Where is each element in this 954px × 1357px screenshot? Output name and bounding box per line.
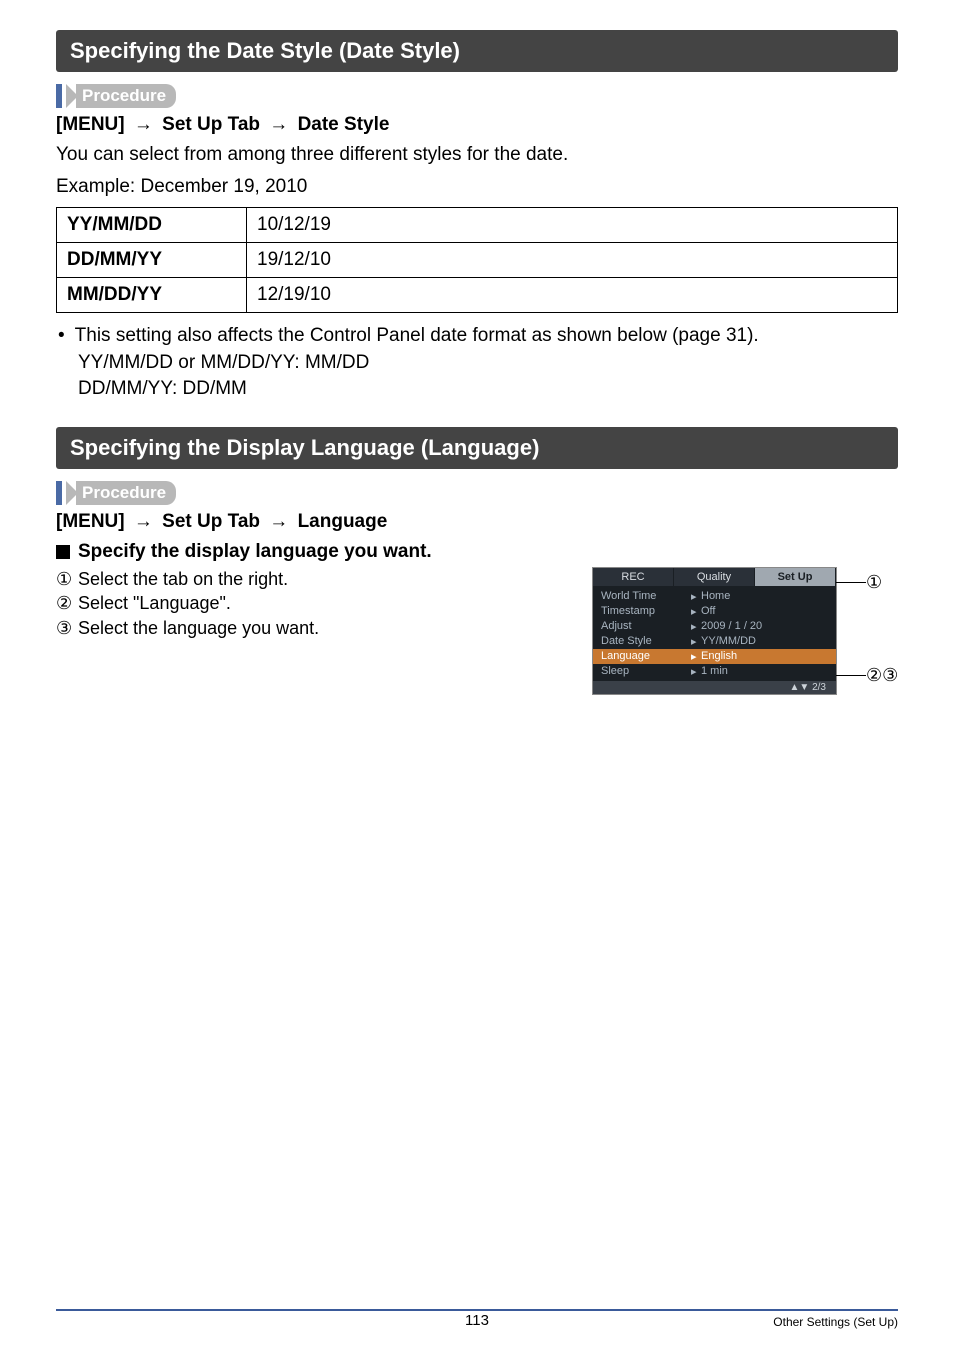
page-footer: 113 Other Settings (Set Up) bbox=[56, 1309, 898, 1329]
section-header-date-style: Specifying the Date Style (Date Style) bbox=[56, 30, 898, 72]
arrow-right-icon: → bbox=[130, 114, 157, 135]
annotation-marker: ① bbox=[866, 572, 882, 593]
table-row: MM/DD/YY 12/19/10 bbox=[57, 278, 898, 313]
camera-menu-key: Language bbox=[601, 650, 691, 663]
breadcrumb-part: Date Style bbox=[298, 114, 390, 135]
camera-menu-row: Date Style ▸ YY/MM/DD bbox=[601, 634, 828, 649]
arrow-right-icon: → bbox=[265, 511, 292, 532]
table-row: YY/MM/DD 10/12/19 bbox=[57, 208, 898, 243]
camera-menu-row-selected: Language ▸ English bbox=[593, 649, 836, 664]
camera-menu-row: Adjust ▸ 2009 / 1 / 20 bbox=[601, 619, 828, 634]
camera-tab-rec: REC bbox=[593, 568, 674, 586]
triangle-right-icon: ▸ bbox=[691, 635, 701, 648]
camera-tabs: REC Quality Set Up bbox=[593, 568, 836, 586]
note-text: DD/MM/YY: DD/MM bbox=[56, 376, 898, 403]
arrow-right-icon: → bbox=[265, 114, 292, 135]
table-row: DD/MM/YY 19/12/10 bbox=[57, 243, 898, 278]
camera-menu-value: Off bbox=[701, 605, 715, 618]
annotation-callout: ① bbox=[836, 572, 882, 593]
breadcrumb-part: [MENU] bbox=[56, 114, 125, 135]
procedure-label-row: Procedure bbox=[56, 481, 898, 505]
bullet-icon: • bbox=[56, 323, 75, 350]
camera-menu-value: English bbox=[701, 650, 737, 663]
camera-menu-row: World Time ▸ Home bbox=[601, 589, 828, 604]
intro-text: You can select from among three differen… bbox=[56, 142, 898, 168]
table-cell: 19/12/10 bbox=[247, 243, 898, 278]
camera-menu-row: Sleep ▸ 1 min bbox=[601, 664, 828, 679]
table-header-cell: MM/DD/YY bbox=[57, 278, 247, 313]
subheading: Specify the display language you want. bbox=[56, 541, 898, 563]
table-cell: 12/19/10 bbox=[247, 278, 898, 313]
breadcrumb-part: [MENU] bbox=[56, 511, 125, 532]
camera-menu-key: World Time bbox=[601, 590, 691, 603]
note-block: • This setting also affects the Control … bbox=[56, 323, 898, 403]
breadcrumb-language: [MENU] → Set Up Tab → Language bbox=[56, 511, 898, 533]
triangle-right-icon: ▸ bbox=[691, 620, 701, 633]
list-item: ③ Select the language you want. bbox=[56, 616, 568, 640]
camera-menu-value: 1 min bbox=[701, 665, 728, 678]
procedure-label-row: Procedure bbox=[56, 84, 898, 108]
camera-menu-value: YY/MM/DD bbox=[701, 635, 756, 648]
annotation-line-icon bbox=[836, 582, 866, 583]
camera-menu-screenshot: REC Quality Set Up World Time ▸ Home Tim… bbox=[592, 567, 837, 695]
intro-text: Example: December 19, 2010 bbox=[56, 174, 898, 200]
breadcrumb-part: Language bbox=[298, 511, 388, 532]
note-text: YY/MM/DD or MM/DD/YY: MM/DD bbox=[56, 350, 898, 377]
breadcrumb-part: Set Up Tab bbox=[162, 114, 260, 135]
subheading-text: Specify the display language you want. bbox=[78, 541, 432, 563]
step-text: Select the language you want. bbox=[78, 616, 319, 640]
page-number: 113 bbox=[56, 1312, 898, 1329]
camera-menu-key: Adjust bbox=[601, 620, 691, 633]
step-text: Select the tab on the right. bbox=[78, 567, 288, 591]
annotation-line-icon bbox=[836, 675, 866, 676]
step-marker-icon: ③ bbox=[56, 616, 78, 640]
triangle-right-icon: ▸ bbox=[691, 650, 701, 663]
list-item: ② Select "Language". bbox=[56, 591, 568, 615]
camera-menu-value: 2009 / 1 / 20 bbox=[701, 620, 762, 633]
procedure-bar-icon bbox=[56, 84, 62, 108]
step-marker-icon: ① bbox=[56, 567, 78, 591]
annotation-marker: ③ bbox=[882, 665, 898, 686]
breadcrumb-part: Set Up Tab bbox=[162, 511, 260, 532]
camera-menu-key: Date Style bbox=[601, 635, 691, 648]
procedure-bar-icon bbox=[56, 481, 62, 505]
procedure-label: Procedure bbox=[76, 84, 176, 108]
note-text: This setting also affects the Control Pa… bbox=[75, 323, 759, 350]
camera-tab-quality: Quality bbox=[674, 568, 755, 586]
triangle-right-icon: ▸ bbox=[691, 665, 701, 678]
step-text: Select "Language". bbox=[78, 591, 231, 615]
camera-menu-key: Sleep bbox=[601, 665, 691, 678]
step-marker-icon: ② bbox=[56, 591, 78, 615]
camera-menu-row: Timestamp ▸ Off bbox=[601, 604, 828, 619]
annotation-callout: ② ③ bbox=[836, 665, 898, 686]
table-cell: 10/12/19 bbox=[247, 208, 898, 243]
steps-list: ① Select the tab on the right. ② Select … bbox=[56, 567, 568, 640]
arrow-right-icon: → bbox=[130, 511, 157, 532]
camera-menu-value: Home bbox=[701, 590, 730, 603]
table-header-cell: YY/MM/DD bbox=[57, 208, 247, 243]
procedure-label: Procedure bbox=[76, 481, 176, 505]
annotation-marker: ② bbox=[866, 665, 882, 686]
list-item: ① Select the tab on the right. bbox=[56, 567, 568, 591]
breadcrumb-date-style: [MENU] → Set Up Tab → Date Style bbox=[56, 114, 898, 136]
triangle-right-icon: ▸ bbox=[691, 590, 701, 603]
table-header-cell: DD/MM/YY bbox=[57, 243, 247, 278]
square-bullet-icon bbox=[56, 545, 70, 559]
camera-menu-key: Timestamp bbox=[601, 605, 691, 618]
date-style-table: YY/MM/DD 10/12/19 DD/MM/YY 19/12/10 MM/D… bbox=[56, 207, 898, 313]
section-header-language: Specifying the Display Language (Languag… bbox=[56, 427, 898, 469]
camera-tab-setup: Set Up bbox=[755, 568, 836, 586]
camera-menu-footer: ▲▼ 2/3 bbox=[593, 681, 836, 694]
triangle-right-icon: ▸ bbox=[691, 605, 701, 618]
